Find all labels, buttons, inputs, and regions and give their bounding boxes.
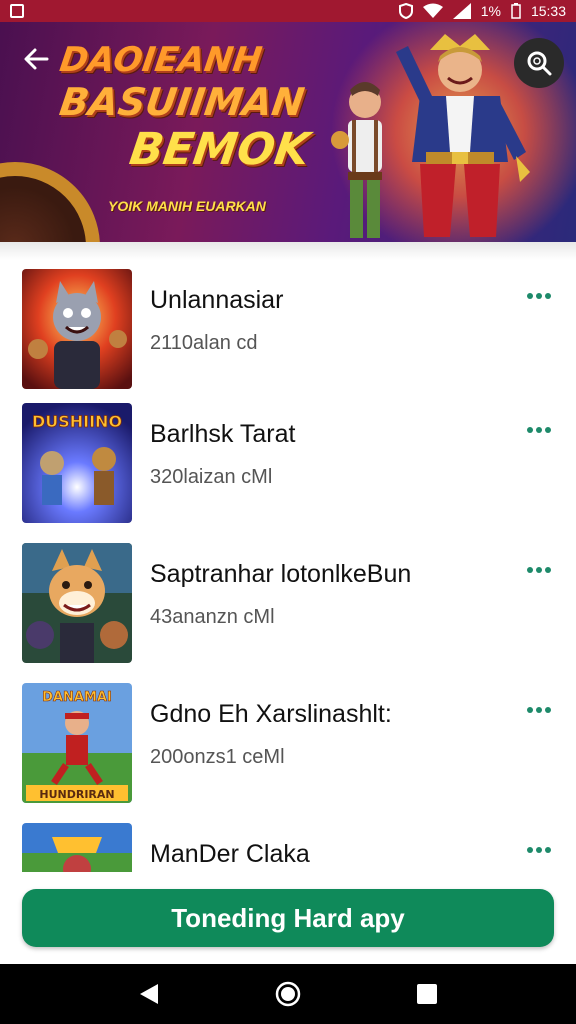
square-recents-icon — [416, 984, 437, 1004]
more-options-icon[interactable] — [522, 286, 556, 306]
list-item[interactable]: Saptranhar lotonlkeBun 43ananzn cMl — [0, 536, 576, 663]
item-title: Gdno Eh Xarslinashlt: — [150, 700, 392, 728]
list-item[interactable]: DUSHIINO Barlhsk Tarat 320laizan cMl — [0, 396, 576, 523]
banner-tagline: YOIK MANIH EUARKAN — [108, 198, 266, 214]
more-options-icon[interactable] — [522, 840, 556, 860]
back-arrow-icon[interactable] — [18, 44, 54, 80]
banner-title-line2: BASUIIMAN — [56, 80, 307, 124]
system-nav-bar — [0, 964, 576, 1024]
more-options-icon[interactable] — [522, 420, 556, 440]
item-title: Saptranhar lotonlkeBun — [150, 560, 412, 588]
item-subtitle: 2110alan cd — [150, 332, 258, 354]
cta-container: Toneding Hard apy — [0, 874, 576, 964]
primary-action-button[interactable]: Toneding Hard apy — [22, 889, 554, 947]
shield-icon — [398, 3, 413, 19]
list-item[interactable]: Unlannasiar 2110alan cd — [0, 262, 576, 389]
thumb-title-text: DUSHIINO — [32, 412, 122, 431]
hero-banner: DAOIEANH BASUIIMAN BEMOK YOIK MANIH EUAR… — [0, 22, 576, 242]
list-item[interactable]: DANAMAI HUNDRIRAN Gdno Eh Xarslinashlt: … — [0, 676, 576, 803]
game-thumbnail — [22, 269, 132, 389]
item-title: Barlhsk Tarat — [150, 420, 296, 448]
game-thumbnail — [22, 823, 132, 872]
signal-icon — [452, 3, 471, 19]
battery-icon — [511, 3, 521, 19]
search-button[interactable] — [514, 38, 564, 88]
clock: 15:33 — [530, 3, 566, 19]
status-bar: 1% 15:33 — [0, 0, 576, 22]
banner-title-line3: BEMOK — [126, 124, 313, 175]
search-icon — [527, 51, 552, 76]
nav-recents-button[interactable] — [397, 969, 457, 1019]
more-options-icon[interactable] — [522, 700, 556, 720]
item-subtitle: 43ananzn cMl — [150, 606, 275, 628]
game-thumbnail: DANAMAI HUNDRIRAN — [22, 683, 132, 803]
list-item[interactable]: ManDer Claka — [0, 816, 576, 872]
game-thumbnail: DUSHIINO — [22, 403, 132, 523]
home-circle-icon — [275, 981, 301, 1007]
game-list: Unlannasiar 2110alan cd DUSHIINO Barlhsk… — [0, 262, 576, 872]
item-subtitle: 320laizan cMl — [150, 466, 273, 488]
hero-character-main — [396, 34, 530, 237]
thumb-title-bottom: HUNDRIRAN — [39, 788, 114, 801]
item-title: ManDer Claka — [150, 840, 310, 868]
wifi-icon — [422, 3, 443, 18]
item-subtitle: 200onzs1 ceMl — [150, 746, 285, 768]
nav-home-button[interactable] — [258, 969, 318, 1019]
nav-back-button[interactable] — [119, 969, 179, 1019]
item-title: Unlannasiar — [150, 286, 284, 314]
battery-percent: 1% — [480, 3, 501, 19]
app-notification-icon — [10, 4, 24, 18]
banner-title: DAOIEANH BASUIIMAN BEMOK — [56, 40, 320, 175]
game-thumbnail — [22, 543, 132, 663]
banner-title-line1: DAOIEANH — [57, 40, 265, 80]
more-options-icon[interactable] — [522, 560, 556, 580]
thumb-title-top: DANAMAI — [42, 690, 112, 705]
triangle-back-icon — [140, 984, 159, 1004]
banner-shadow — [0, 242, 576, 260]
